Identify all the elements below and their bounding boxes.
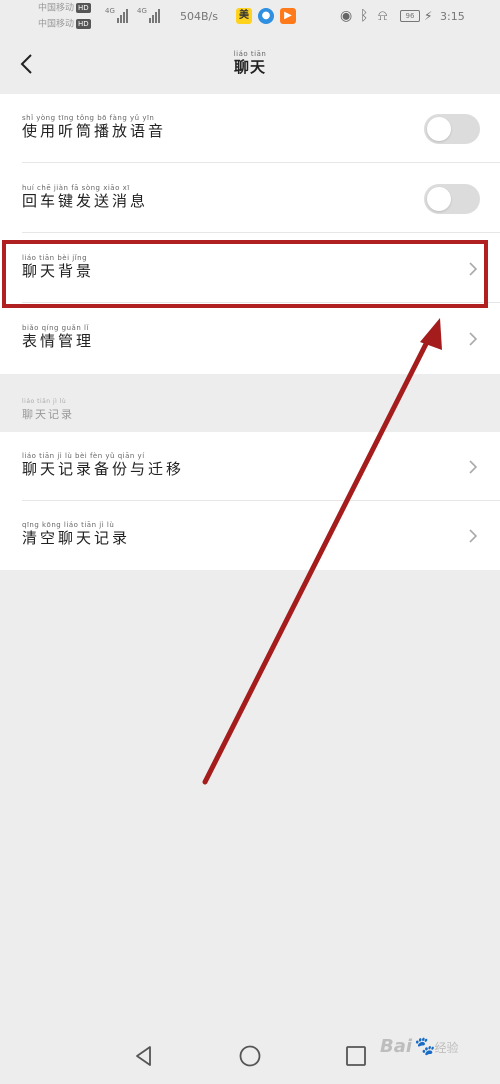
nav-recents-icon[interactable] xyxy=(344,1044,368,1068)
annotation-arrow xyxy=(202,318,442,785)
nav-back-icon[interactable] xyxy=(132,1044,156,1068)
baidu-watermark: Bai🐾经验 xyxy=(380,1036,459,1057)
nav-home-icon[interactable] xyxy=(238,1044,262,1068)
